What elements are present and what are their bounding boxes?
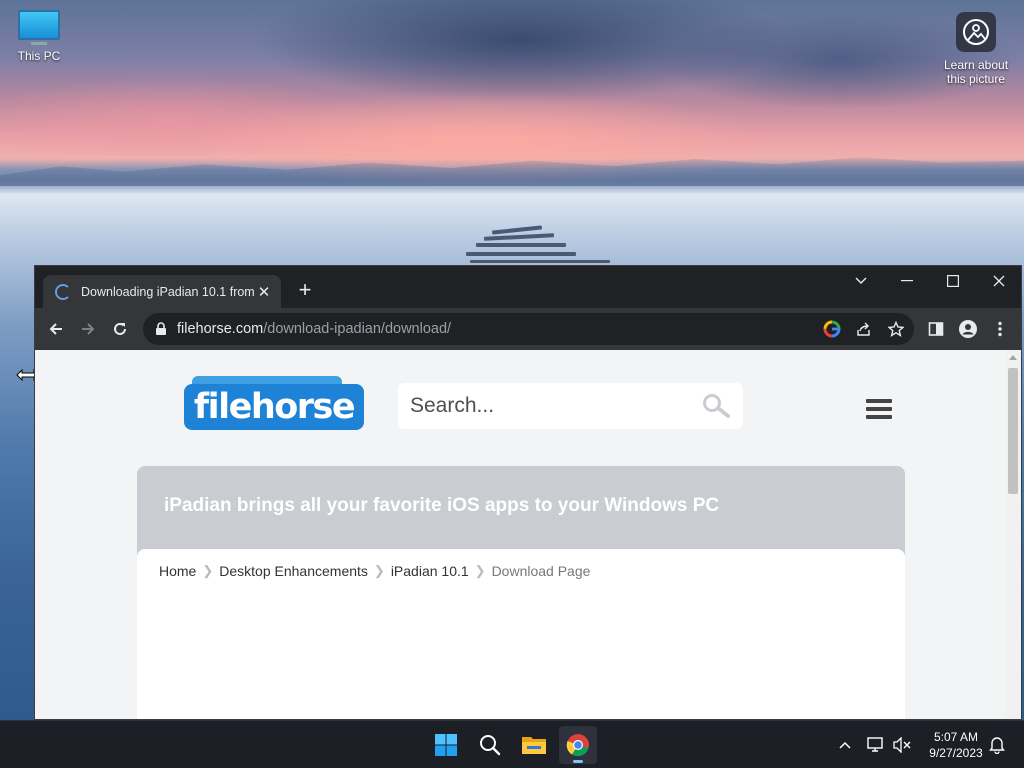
arrow-left-icon xyxy=(49,323,62,335)
clock-date: 9/27/2023 xyxy=(929,746,983,760)
browser-toolbar: filehorse.com/download-ipadian/download/ xyxy=(35,308,1021,350)
maximize-icon xyxy=(947,275,959,287)
bookmark-button[interactable] xyxy=(886,319,906,339)
close-window-button[interactable] xyxy=(976,266,1021,296)
file-explorer-icon xyxy=(522,737,546,754)
url-text: filehorse.com/download-ipadian/download/ xyxy=(177,321,451,337)
profile-button[interactable] xyxy=(956,317,980,341)
google-g-icon xyxy=(823,320,841,338)
share-button[interactable] xyxy=(854,319,874,339)
tab-title: Downloading iPadian 10.1 from F xyxy=(81,284,255,299)
page-scrollbar[interactable] xyxy=(1005,350,1021,719)
breadcrumb: Home ❯ Desktop Enhancements ❯ iPadian 10… xyxy=(159,563,590,579)
google-lens-button[interactable] xyxy=(822,319,842,339)
file-explorer-button[interactable] xyxy=(515,726,553,764)
title-bar[interactable]: Downloading iPadian 10.1 from F ✕ + xyxy=(35,266,1021,308)
network-button[interactable] xyxy=(865,721,887,768)
camera-info-icon xyxy=(956,12,996,52)
minimize-icon xyxy=(901,280,913,282)
filehorse-logo[interactable]: filehorse xyxy=(184,376,364,430)
volume-button[interactable] xyxy=(891,721,913,768)
breadcrumb-category[interactable]: Desktop Enhancements xyxy=(219,563,368,579)
wallpaper-pier xyxy=(466,225,610,266)
side-panel-icon xyxy=(928,322,944,336)
loading-spinner-icon xyxy=(55,283,71,300)
scrollbar-thumb[interactable] xyxy=(1008,368,1018,494)
breadcrumb-product[interactable]: iPadian 10.1 xyxy=(391,563,469,579)
volume-muted-icon xyxy=(893,737,911,753)
notifications-button[interactable] xyxy=(986,721,1008,768)
chevron-right-icon: ❯ xyxy=(474,563,486,578)
desktop-icon-this-pc[interactable]: This PC xyxy=(4,10,74,63)
desktop-icon-learn-about-picture[interactable]: Learn about this picture xyxy=(940,12,1012,86)
kebab-menu-icon xyxy=(998,321,1002,337)
forward-button[interactable] xyxy=(76,317,100,341)
start-button[interactable] xyxy=(427,726,465,764)
show-hidden-icons-button[interactable] xyxy=(834,721,856,768)
star-icon xyxy=(888,321,904,337)
search-icon xyxy=(703,394,730,418)
promo-text: iPadian brings all your favorite iOS app… xyxy=(164,495,720,516)
chevron-up-icon xyxy=(839,741,851,749)
breadcrumb-home[interactable]: Home xyxy=(159,563,196,579)
taskbar-search-button[interactable] xyxy=(471,726,509,764)
tab-close-button[interactable]: ✕ xyxy=(255,283,273,301)
page-viewport: filehorse Search... iPadian brings all y… xyxy=(35,350,1021,719)
chrome-icon xyxy=(566,734,589,757)
search-placeholder: Search... xyxy=(410,394,495,417)
windows-logo-icon xyxy=(435,734,457,756)
hamburger-menu-icon[interactable] xyxy=(866,399,892,419)
chevron-down-icon xyxy=(855,277,867,284)
clock[interactable]: 5:07 AM 9/27/2023 xyxy=(918,729,994,761)
minimize-button[interactable] xyxy=(884,266,930,296)
search-input[interactable]: Search... xyxy=(398,383,743,429)
close-icon xyxy=(993,275,1005,287)
back-button[interactable] xyxy=(44,317,68,341)
content-card: Home ❯ Desktop Enhancements ❯ iPadian 10… xyxy=(137,549,905,719)
bell-icon xyxy=(989,737,1005,754)
computer-icon xyxy=(18,10,60,40)
chrome-taskbar-button[interactable] xyxy=(559,726,597,764)
logo-text: filehorse xyxy=(184,384,364,430)
chrome-window: Downloading iPadian 10.1 from F ✕ + file… xyxy=(34,265,1022,720)
taskbar: 5:07 AM 9/27/2023 xyxy=(0,720,1024,768)
share-icon xyxy=(857,322,870,336)
search-icon xyxy=(480,735,501,756)
wallpaper-mountains xyxy=(0,157,1024,186)
chevron-right-icon: ❯ xyxy=(202,563,214,578)
network-monitor-icon xyxy=(867,737,883,752)
profile-icon xyxy=(959,320,977,338)
desktop-icon-label: This PC xyxy=(17,49,61,63)
chevron-right-icon: ❯ xyxy=(373,563,385,578)
url-path: /download-ipadian/download/ xyxy=(263,321,452,337)
active-app-indicator xyxy=(573,760,583,763)
reload-button[interactable] xyxy=(108,317,132,341)
address-bar[interactable]: filehorse.com/download-ipadian/download/ xyxy=(143,313,914,345)
tab-active[interactable]: Downloading iPadian 10.1 from F ✕ xyxy=(43,275,281,308)
tab-search-button[interactable] xyxy=(838,266,884,296)
side-panel-button[interactable] xyxy=(924,317,948,341)
new-tab-button[interactable]: + xyxy=(293,279,317,303)
chrome-menu-button[interactable] xyxy=(988,317,1012,341)
maximize-button[interactable] xyxy=(930,266,976,296)
scroll-up-arrow-icon[interactable] xyxy=(1005,350,1021,364)
lock-icon xyxy=(156,322,166,335)
arrow-right-icon xyxy=(82,323,95,335)
clock-time: 5:07 AM xyxy=(933,730,979,744)
desktop-icon-label: Learn about this picture xyxy=(943,58,1009,86)
reload-icon xyxy=(114,322,126,335)
url-host: filehorse.com xyxy=(177,321,264,337)
breadcrumb-current: Download Page xyxy=(491,563,591,579)
